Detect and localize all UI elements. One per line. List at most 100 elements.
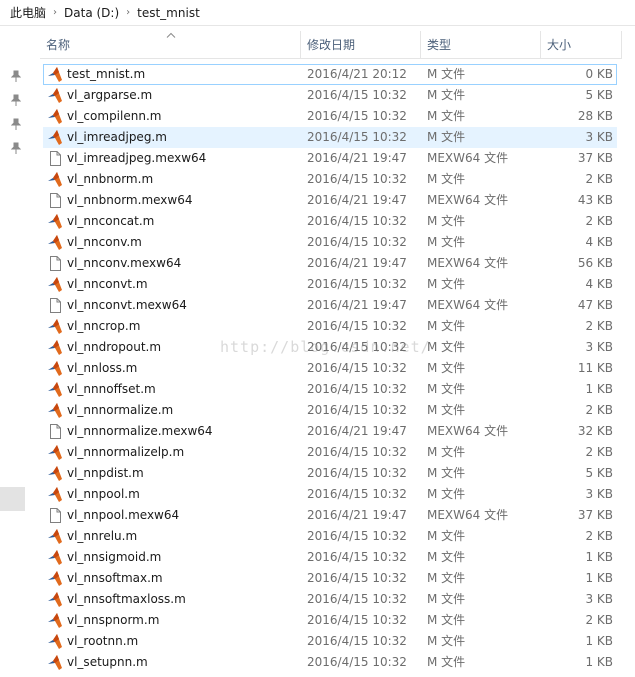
file-type: M 文件 <box>427 130 466 144</box>
matlab-file-icon <box>48 109 62 124</box>
matlab-file-icon <box>48 172 62 187</box>
file-size: 3 KB <box>585 592 613 606</box>
file-size: 2 KB <box>585 172 613 186</box>
file-row[interactable]: vl_nnpdist.m 2016/4/15 10:32 M 文件 5 KB <box>43 463 617 484</box>
blank-file-icon <box>50 256 61 271</box>
nav-pane-scrollbar-thumb[interactable] <box>0 487 25 511</box>
file-row[interactable]: vl_nnsoftmaxloss.m 2016/4/15 10:32 M 文件 3 K… <box>43 589 617 610</box>
file-name: vl_imreadjpeg.m <box>67 130 167 144</box>
file-type: M 文件 <box>427 109 466 123</box>
file-type: M 文件 <box>427 361 466 375</box>
pin-icon[interactable] <box>11 70 21 82</box>
file-type: M 文件 <box>427 634 466 648</box>
file-modified-date: 2016/4/15 10:32 <box>307 634 407 648</box>
file-size: 1 KB <box>585 655 613 669</box>
file-modified-date: 2016/4/15 10:32 <box>307 88 407 102</box>
file-name: vl_nnnormalize.mexw64 <box>67 424 213 438</box>
file-row[interactable]: vl_nnnoffset.m 2016/4/15 10:32 M 文件 1 KB <box>43 379 617 400</box>
column-header-type[interactable]: 类型 <box>421 31 541 58</box>
file-modified-date: 2016/4/15 10:32 <box>307 361 407 375</box>
file-type: M 文件 <box>427 172 466 186</box>
file-modified-date: 2016/4/21 19:47 <box>307 298 407 312</box>
file-name: vl_rootnn.m <box>67 634 139 648</box>
file-name: vl_nnsoftmax.m <box>67 571 163 585</box>
file-modified-date: 2016/4/15 10:32 <box>307 214 407 228</box>
file-type: M 文件 <box>427 403 466 417</box>
file-row[interactable]: vl_nnconvt.mexw64 2016/4/21 19:47 MEXW64 文… <box>43 295 617 316</box>
file-row[interactable]: vl_nnbnorm.mexw64 2016/4/21 19:47 MEXW64 文… <box>43 190 617 211</box>
column-header-size[interactable]: 大小 <box>541 31 622 58</box>
file-row[interactable]: vl_nnnormalize.m 2016/4/15 10:32 M 文件 2 KB <box>43 400 617 421</box>
file-type: M 文件 <box>427 466 466 480</box>
file-size: 2 KB <box>585 214 613 228</box>
matlab-file-icon <box>48 592 62 607</box>
breadcrumb-this-pc[interactable]: 此电脑 <box>6 4 50 21</box>
file-name: test_mnist.m <box>67 67 146 81</box>
pin-icon[interactable] <box>11 94 21 106</box>
file-size: 2 KB <box>585 319 613 333</box>
file-modified-date: 2016/4/15 10:32 <box>307 445 407 459</box>
file-type: M 文件 <box>427 214 466 228</box>
file-row[interactable]: vl_nnconcat.m 2016/4/15 10:32 M 文件 2 KB <box>43 211 617 232</box>
file-modified-date: 2016/4/21 20:12 <box>307 67 407 81</box>
file-row[interactable]: vl_rootnn.m 2016/4/15 10:32 M 文件 1 KB <box>43 631 617 652</box>
column-header-date[interactable]: 修改日期 <box>301 31 421 58</box>
file-row[interactable]: vl_imreadjpeg.mexw64 2016/4/21 19:47 MEXW6… <box>43 148 617 169</box>
file-size: 43 KB <box>577 193 613 207</box>
breadcrumb-data-drive[interactable]: Data (D:) <box>60 6 123 20</box>
file-modified-date: 2016/4/15 10:32 <box>307 466 407 480</box>
file-row[interactable]: vl_nnpool.m 2016/4/15 10:32 M 文件 3 KB <box>43 484 617 505</box>
column-header-name[interactable]: 名称 <box>40 31 301 58</box>
file-modified-date: 2016/4/15 10:32 <box>307 172 407 186</box>
file-row[interactable]: vl_nnsoftmax.m 2016/4/15 10:32 M 文件 1 KB <box>43 568 617 589</box>
file-modified-date: 2016/4/21 19:47 <box>307 508 407 522</box>
file-row[interactable]: vl_nndropout.m 2016/4/15 10:32 M 文件 3 KB <box>43 337 617 358</box>
file-row[interactable]: test_mnist.m 2016/4/21 20:12 M 文件 0 KB <box>43 64 617 85</box>
file-row[interactable]: vl_nnloss.m 2016/4/15 10:32 M 文件 11 KB <box>43 358 617 379</box>
file-name: vl_nndropout.m <box>67 340 162 354</box>
file-row[interactable]: vl_nnnormalizelp.m 2016/4/15 10:32 M 文件 2 K… <box>43 442 617 463</box>
file-row[interactable]: vl_compilenn.m 2016/4/15 10:32 M 文件 28 KB <box>43 106 617 127</box>
file-modified-date: 2016/4/15 10:32 <box>307 592 407 606</box>
chevron-right-icon[interactable]: › <box>123 7 133 18</box>
file-row[interactable]: vl_nnsigmoid.m 2016/4/15 10:32 M 文件 1 KB <box>43 547 617 568</box>
file-type: M 文件 <box>427 235 466 249</box>
file-row[interactable]: vl_nnnormalize.mexw64 2016/4/21 19:47 MEXW… <box>43 421 617 442</box>
file-type: M 文件 <box>427 529 466 543</box>
file-name: vl_nnpool.mexw64 <box>67 508 180 522</box>
file-row[interactable]: vl_nnbnorm.m 2016/4/15 10:32 M 文件 2 KB <box>43 169 617 190</box>
file-row[interactable]: vl_nnspnorm.m 2016/4/15 10:32 M 文件 2 KB <box>43 610 617 631</box>
pin-icon[interactable] <box>11 118 21 130</box>
file-name: vl_setupnn.m <box>67 655 148 669</box>
matlab-file-icon <box>48 634 62 649</box>
file-type: M 文件 <box>427 550 466 564</box>
file-row[interactable]: vl_nnconv.mexw64 2016/4/21 19:47 MEXW64 文件… <box>43 253 617 274</box>
file-row[interactable]: vl_nnpool.mexw64 2016/4/21 19:47 MEXW64 文件… <box>43 505 617 526</box>
file-type: M 文件 <box>427 592 466 606</box>
file-size: 37 KB <box>577 151 613 165</box>
file-type: MEXW64 文件 <box>427 193 509 207</box>
file-size: 3 KB <box>585 130 613 144</box>
file-modified-date: 2016/4/15 10:32 <box>307 277 407 291</box>
file-row[interactable]: vl_setupnn.m 2016/4/15 10:32 M 文件 1 KB <box>43 652 617 673</box>
file-name: vl_nnnormalize.m <box>67 403 174 417</box>
pin-icon[interactable] <box>11 142 21 154</box>
matlab-file-icon <box>48 529 62 544</box>
file-row[interactable]: vl_nncrop.m 2016/4/15 10:32 M 文件 2 KB <box>43 316 617 337</box>
file-row[interactable]: vl_nnrelu.m 2016/4/15 10:32 M 文件 2 KB <box>43 526 617 547</box>
breadcrumb-test-mnist[interactable]: test_mnist <box>133 6 204 20</box>
file-row[interactable]: vl_imreadjpeg.m 2016/4/15 10:32 M 文件 3 KB <box>43 127 617 148</box>
file-size: 2 KB <box>585 613 613 627</box>
file-row[interactable]: vl_nnconv.m 2016/4/15 10:32 M 文件 4 KB <box>43 232 617 253</box>
matlab-file-icon <box>48 214 62 229</box>
blank-file-icon <box>50 193 61 208</box>
file-type: M 文件 <box>427 613 466 627</box>
file-modified-date: 2016/4/15 10:32 <box>307 655 407 669</box>
file-name: vl_nnpool.m <box>67 487 140 501</box>
chevron-right-icon[interactable]: › <box>50 7 60 18</box>
file-row[interactable]: vl_argparse.m 2016/4/15 10:32 M 文件 5 KB <box>43 85 617 106</box>
file-row[interactable]: vl_nnconvt.m 2016/4/15 10:32 M 文件 4 KB <box>43 274 617 295</box>
file-modified-date: 2016/4/15 10:32 <box>307 613 407 627</box>
matlab-file-icon <box>48 466 62 481</box>
file-modified-date: 2016/4/15 10:32 <box>307 550 407 564</box>
